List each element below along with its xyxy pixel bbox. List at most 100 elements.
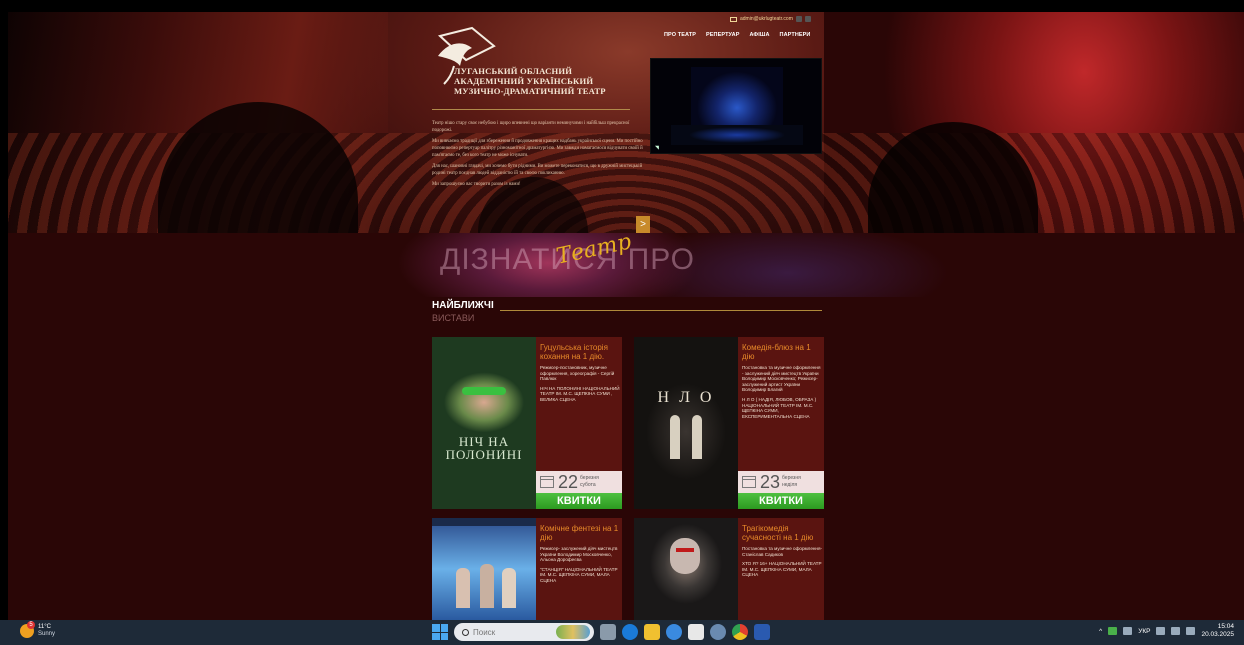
show-day: 23: [760, 471, 781, 492]
show-title[interactable]: Комічне фентезі на 1 дію: [540, 524, 620, 542]
sun-icon: 5: [20, 621, 35, 638]
show-venue: Н Л О ( НАДІЯ, ЛЮБОВ, ОБРАЗА ) НАЦІОНАЛЬ…: [742, 396, 817, 419]
show-month: березня: [782, 475, 801, 481]
show-info: Комічне фентезі на 1 дію Режисер- заслуж…: [540, 524, 620, 584]
settings-gear-icon[interactable]: [710, 624, 726, 640]
help-icon[interactable]: [666, 624, 682, 640]
calendar-icon: [540, 476, 554, 488]
show-credits: Режисер- заслужений діяч мистецтв Україн…: [540, 546, 618, 563]
video-floor: [671, 125, 803, 145]
show-info: Гуцульська історія кохання на 1 дію. Реж…: [540, 343, 620, 403]
poster-mask: [462, 387, 506, 395]
show-poster[interactable]: [432, 518, 536, 620]
show-title[interactable]: Комедія-блюз на 1 дію: [742, 343, 822, 361]
theatre-name-line: АКАДЕМІЧНИЙ УКРАЇНСЬКИЙ: [454, 76, 594, 86]
poster-figure: [480, 564, 494, 608]
section-divider: [500, 310, 822, 311]
show-card[interactable]: Комічне фентезі на 1 дію Режисер- заслуж…: [432, 518, 622, 620]
show-poster[interactable]: НІЧ НА ПОЛОНИНІ: [432, 337, 536, 509]
show-card[interactable]: Трагікомедія сучасності на 1 дію Постано…: [634, 518, 824, 620]
weather-widget[interactable]: 5 11°C Sunny: [20, 621, 56, 638]
video-watermark-icon: ◥: [655, 145, 659, 151]
search-input[interactable]: [473, 627, 533, 637]
poster-figure: [502, 568, 516, 608]
task-view-icon[interactable]: [600, 624, 616, 640]
chrome-icon[interactable]: [732, 624, 748, 640]
learn-about-banner[interactable]: ДІЗНАТИСЯ ПРО Театр: [8, 229, 1244, 297]
theatre-name-line: ЛУГАНСЬКИЙ ОБЛАСНИЙ: [454, 66, 573, 76]
tray-app-icon[interactable]: [1108, 627, 1118, 635]
windows-taskbar: 5 11°C Sunny ^ УКР 15:04 20.03.2025: [0, 620, 1244, 645]
show-card[interactable]: НІЧ НА ПОЛОНИНІ Гуцульська історія кохан…: [432, 337, 622, 509]
next-arrow-button[interactable]: >: [636, 216, 650, 233]
show-poster[interactable]: [634, 518, 738, 620]
divider: [432, 109, 630, 110]
edge-icon[interactable]: [622, 624, 638, 640]
show-date: 23 березня неділя: [738, 471, 824, 493]
wifi-icon[interactable]: [1156, 627, 1166, 635]
mail-icon: [730, 16, 737, 22]
browser-page: ЛУГАНСЬКИЙ ОБЛАСНИЙ АКАДЕМІЧНИЙ УКРАЇНСЬ…: [8, 12, 1244, 620]
poster-title: Н Л О: [657, 389, 715, 406]
nav-about[interactable]: ПРО ТЕАТР: [664, 32, 696, 38]
poster-face: [670, 538, 700, 574]
nav-repertoire[interactable]: РЕПЕРТУАР: [706, 32, 739, 38]
poster-figure: [692, 415, 702, 459]
show-title[interactable]: Трагікомедія сучасності на 1 дію: [742, 524, 822, 542]
nav-partners[interactable]: ПАРТНЕРИ: [780, 32, 811, 38]
volume-icon[interactable]: [1171, 627, 1181, 635]
section-title: НАЙБЛИЖЧІ: [432, 300, 494, 311]
show-venue: "СТАНЦІЯ" НАЦІОНАЛЬНИЙ ТЕАТР ІМ. М.С. ЩЕ…: [540, 566, 618, 583]
theatre-name-line: МУЗИЧНО-ДРАМАТИЧНИЙ ТЕАТР: [454, 86, 606, 96]
show-month-weekday: березня неділя: [782, 475, 801, 489]
store-icon[interactable]: [688, 624, 704, 640]
show-date: 22 березня субота: [536, 471, 622, 493]
clock-date: 20.03.2025: [1201, 631, 1234, 638]
show-credits: Постановка та музичне оформлення- Станіс…: [742, 546, 822, 557]
start-icon[interactable]: [432, 624, 448, 640]
search-highlight-icon: [556, 625, 590, 639]
show-month: березня: [580, 475, 599, 481]
cloud-icon[interactable]: [1123, 627, 1133, 635]
email-link[interactable]: admin@ukrlugteatr.com: [740, 16, 793, 22]
section-subtitle: ВИСТАВИ: [432, 313, 475, 323]
chevron-up-icon[interactable]: ^: [1099, 628, 1102, 635]
word-icon[interactable]: [754, 624, 770, 640]
show-info: Трагікомедія сучасності на 1 дію Постано…: [742, 524, 822, 578]
buy-tickets-button[interactable]: КВИТКИ: [738, 493, 824, 509]
show-credits: Постановка та музичне оформлення - заслу…: [742, 365, 821, 393]
main-nav: ПРО ТЕАТР РЕПЕРТУАР АФІША ПАРТНЕРИ: [664, 32, 811, 38]
show-card[interactable]: Н Л О Комедія-блюз на 1 дію Постановка т…: [634, 337, 824, 509]
show-weekday: субота: [580, 482, 596, 488]
hero-section: ЛУГАНСЬКИЙ ОБЛАСНИЙ АКАДЕМІЧНИЙ УКРАЇНСЬ…: [8, 12, 1244, 233]
facebook-icon[interactable]: [795, 16, 802, 22]
show-title[interactable]: Гуцульська історія кохання на 1 дію.: [540, 343, 620, 361]
about-paragraph: Театр нішо стару своє небубою і щиро впе…: [432, 121, 630, 133]
taskbar-search[interactable]: [454, 623, 594, 641]
poster-header: [432, 518, 536, 526]
poster-title: НІЧ НА ПОЛОНИНІ: [445, 434, 523, 462]
show-credits: Режисер-постановник, музичне оформлення,…: [540, 365, 615, 382]
about-paragraph: Ми запрошуємо вас творити разом із нами!: [432, 182, 521, 187]
battery-icon[interactable]: [1186, 627, 1196, 635]
file-explorer-icon[interactable]: [644, 624, 660, 640]
show-venue: ХТО Я? 16+ НАЦІОНАЛЬНИЙ ТЕАТР ІМ. М.С. Щ…: [742, 561, 822, 578]
instagram-icon[interactable]: [804, 16, 811, 22]
poster-mark: [676, 548, 694, 552]
show-day: 22: [558, 471, 579, 492]
buy-tickets-button[interactable]: КВИТКИ: [536, 493, 622, 509]
clock[interactable]: 15:04 20.03.2025: [1201, 623, 1234, 639]
language-indicator[interactable]: УКР: [1138, 628, 1150, 635]
notification-badge: 5: [27, 621, 35, 629]
weather-condition: Sunny: [38, 631, 56, 637]
theatre-name: ЛУГАНСЬКИЙ ОБЛАСНИЙ АКАДЕМІЧНИЙ УКРАЇНСЬ…: [454, 66, 650, 96]
poster-figure: [456, 568, 470, 608]
calendar-icon: [742, 476, 756, 488]
about-paragraph: Для нас, шановні глядачі, ми хочемо бути…: [432, 164, 643, 176]
promo-video[interactable]: ◥: [650, 58, 822, 154]
show-info: Комедія-блюз на 1 дію Постановка та музи…: [742, 343, 822, 419]
taskbar-apps: [432, 623, 770, 641]
show-poster[interactable]: Н Л О: [634, 337, 738, 509]
nav-playbill[interactable]: АФІША: [749, 32, 769, 38]
screen: ЛУГАНСЬКИЙ ОБЛАСНИЙ АКАДЕМІЧНИЙ УКРАЇНСЬ…: [0, 0, 1244, 645]
